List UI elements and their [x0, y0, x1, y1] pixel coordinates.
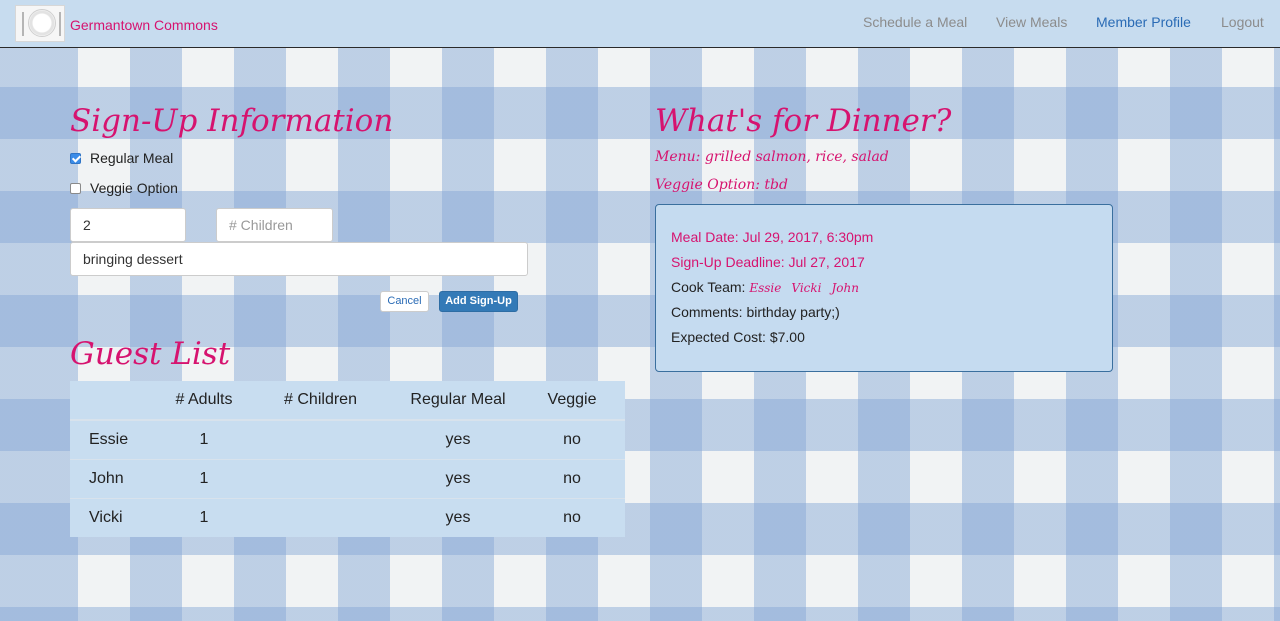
- plate-icon: [28, 9, 56, 37]
- guest-name: John: [70, 459, 164, 499]
- table-row: Vicki 1 yes no: [70, 498, 625, 537]
- cancel-button[interactable]: Cancel: [380, 291, 429, 312]
- col-header-name: [70, 381, 164, 421]
- veggie-option-label: Veggie Option: [90, 180, 178, 196]
- guest-name: Essie: [70, 419, 164, 460]
- guest-list-title: Guest List: [70, 336, 231, 372]
- comment-input[interactable]: [70, 242, 528, 276]
- col-header-adults: # Adults: [164, 381, 244, 421]
- signup-deadline: Sign-Up Deadline: Jul 27, 2017: [671, 254, 865, 270]
- guest-regular: yes: [397, 459, 519, 499]
- table-row: John 1 yes no: [70, 459, 625, 499]
- guest-name: Vicki: [70, 498, 164, 537]
- col-header-regular: Regular Meal: [397, 381, 519, 421]
- nav-member-profile[interactable]: Member Profile: [1096, 14, 1191, 31]
- guest-adults: 1: [164, 498, 244, 537]
- col-header-children: # Children: [244, 381, 397, 421]
- guest-adults: 1: [164, 459, 244, 499]
- expected-cost: Expected Cost: $7.00: [671, 329, 805, 345]
- cook-team-label: Cook Team:: [671, 279, 750, 295]
- guest-children: [244, 498, 397, 537]
- guest-regular: yes: [397, 498, 519, 537]
- table-header-row: # Adults # Children Regular Meal Veggie: [70, 381, 625, 421]
- fork-icon: [22, 12, 24, 36]
- plate-logo-icon[interactable]: [15, 5, 65, 42]
- nav-view-meals[interactable]: View Meals: [996, 14, 1067, 31]
- nav-logout[interactable]: Logout: [1221, 14, 1264, 31]
- meal-date: Meal Date: Jul 29, 2017, 6:30pm: [671, 229, 874, 245]
- regular-meal-checkbox[interactable]: [70, 153, 81, 164]
- knife-icon: [59, 12, 61, 36]
- cook-name: John: [831, 281, 859, 295]
- dinner-title: What's for Dinner?: [655, 103, 952, 139]
- guest-adults: 1: [164, 419, 244, 460]
- guest-veggie: no: [519, 498, 625, 537]
- veggie-option-checkbox[interactable]: [70, 183, 81, 194]
- add-signup-button[interactable]: Add Sign-Up: [439, 291, 518, 312]
- signup-title: Sign-Up Information: [70, 103, 394, 139]
- comments: Comments: birthday party;): [671, 304, 840, 320]
- guest-regular: yes: [397, 419, 519, 460]
- cook-team: Cook Team: Essie Vicki John: [671, 279, 869, 297]
- veggie-menu-text: Veggie Option: tbd: [655, 177, 788, 193]
- table-row: Essie 1 yes no: [70, 419, 625, 460]
- col-header-veggie: Veggie: [519, 381, 625, 421]
- guest-list-table: # Adults # Children Regular Meal Veggie …: [70, 381, 625, 537]
- regular-meal-label: Regular Meal: [90, 150, 174, 166]
- meal-details-panel: Meal Date: Jul 29, 2017, 6:30pm Sign-Up …: [655, 204, 1113, 372]
- children-input[interactable]: [216, 208, 333, 242]
- guest-veggie: no: [519, 459, 625, 499]
- cook-name: Essie: [749, 281, 782, 295]
- nav-schedule-meal[interactable]: Schedule a Meal: [863, 14, 967, 31]
- cook-name: Vicki: [791, 281, 822, 295]
- guest-children: [244, 419, 397, 460]
- adults-input[interactable]: [70, 208, 186, 242]
- navbar: Germantown Commons Schedule a Meal View …: [0, 0, 1280, 48]
- guest-veggie: no: [519, 419, 625, 460]
- guest-children: [244, 459, 397, 499]
- brand-link[interactable]: Germantown Commons: [70, 17, 218, 34]
- menu-text: Menu: grilled salmon, rice, salad: [655, 149, 889, 165]
